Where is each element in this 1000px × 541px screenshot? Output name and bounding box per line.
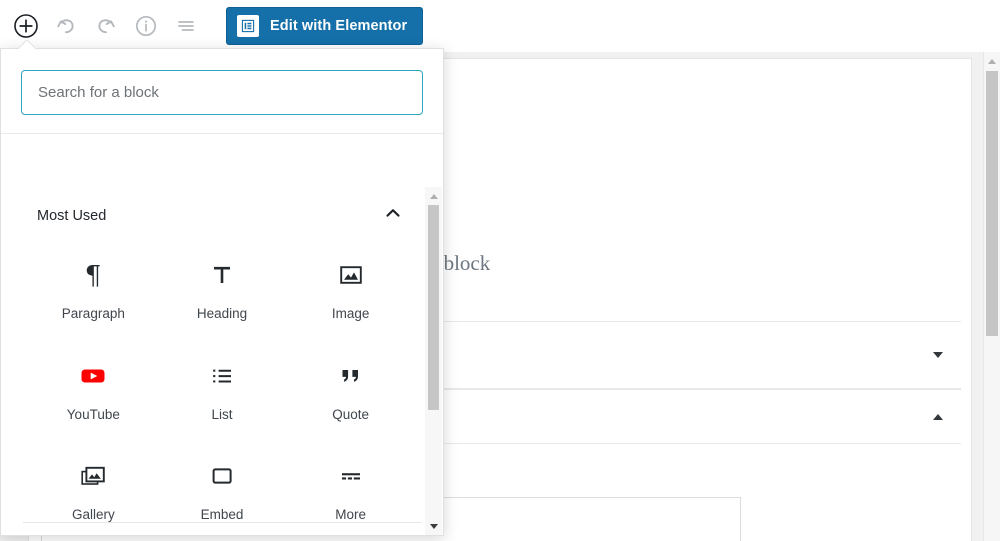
- scrollbar-thumb[interactable]: [428, 205, 439, 410]
- block-label: Embed: [200, 507, 244, 522]
- block-label: Gallery: [71, 507, 115, 522]
- chevron-up-icon[interactable]: [383, 203, 403, 228]
- elementor-logo-icon: [237, 15, 259, 37]
- quotation-marks-icon: [336, 359, 366, 393]
- undo-button[interactable]: [46, 6, 86, 46]
- paragraph-pilcrow-icon: ¶: [78, 258, 108, 292]
- svg-text:¶: ¶: [85, 261, 102, 290]
- block-label: Quote: [332, 406, 370, 422]
- block-item-more[interactable]: More: [286, 447, 415, 528]
- page-scrollbar[interactable]: [983, 52, 1000, 541]
- block-label: Image: [331, 306, 370, 321]
- caret-down-icon[interactable]: [933, 352, 943, 358]
- block-type-grid: ¶ Paragraph Heading Image YouTube List Q…: [1, 238, 443, 528]
- section-header-most-used[interactable]: Most Used: [1, 185, 443, 238]
- scrollbar-thumb[interactable]: [986, 71, 998, 336]
- heading-t-icon: [207, 258, 237, 292]
- inserter-footer-divider: [23, 522, 421, 523]
- block-item-gallery[interactable]: Gallery: [29, 447, 158, 528]
- block-item-embed[interactable]: Embed: [158, 447, 287, 528]
- caret-up-icon[interactable]: [933, 413, 943, 420]
- inserter-divider: [1, 133, 443, 134]
- scroll-up-arrow-icon[interactable]: [984, 53, 1000, 69]
- block-item-quote[interactable]: Quote: [286, 347, 415, 428]
- popover-pointer-arrow: [19, 40, 35, 49]
- edit-with-elementor-label: Edit with Elementor: [270, 18, 408, 34]
- youtube-icon: [77, 359, 109, 393]
- block-label: Heading: [196, 306, 248, 321]
- bulleted-list-icon: [207, 359, 237, 393]
- block-inserter-popover: Most Used ¶ Paragraph: [0, 40, 444, 536]
- image-icon: [336, 258, 366, 292]
- scroll-up-arrow-icon[interactable]: [425, 189, 442, 203]
- section-title: Most Used: [37, 207, 107, 224]
- gallery-stacked-images-icon: [78, 459, 108, 493]
- inserter-search-area: [1, 49, 443, 133]
- scroll-down-arrow-icon[interactable]: [425, 519, 442, 533]
- inserter-scrollbar[interactable]: [425, 187, 442, 535]
- block-item-heading[interactable]: Heading: [158, 246, 287, 327]
- block-item-youtube[interactable]: YouTube: [29, 347, 158, 428]
- block-label: Paragraph: [61, 306, 125, 321]
- embed-rectangle-icon: [207, 459, 237, 493]
- redo-icon: [98, 19, 115, 34]
- block-label: List: [211, 406, 233, 422]
- redo-button[interactable]: [86, 6, 126, 46]
- block-item-paragraph[interactable]: ¶ Paragraph: [29, 246, 158, 327]
- block-navigation-button[interactable]: [166, 6, 206, 46]
- info-circle-icon: [135, 15, 157, 37]
- inserter-scroll-region: Most Used ¶ Paragraph Heading Image YouT…: [1, 185, 443, 535]
- search-input[interactable]: [21, 70, 423, 115]
- more-divider-icon: [336, 459, 366, 493]
- editor-toolbar: Edit with Elementor: [0, 0, 1000, 52]
- undo-icon: [57, 19, 74, 34]
- block-item-image[interactable]: Image: [286, 246, 415, 327]
- plus-circle-icon: [14, 14, 38, 38]
- block-label: More: [335, 507, 367, 522]
- list-view-icon: [178, 21, 194, 31]
- content-info-button[interactable]: [126, 6, 166, 46]
- edit-with-elementor-button[interactable]: Edit with Elementor: [226, 7, 424, 45]
- block-item-list[interactable]: List: [158, 347, 287, 428]
- block-label: YouTube: [66, 406, 120, 422]
